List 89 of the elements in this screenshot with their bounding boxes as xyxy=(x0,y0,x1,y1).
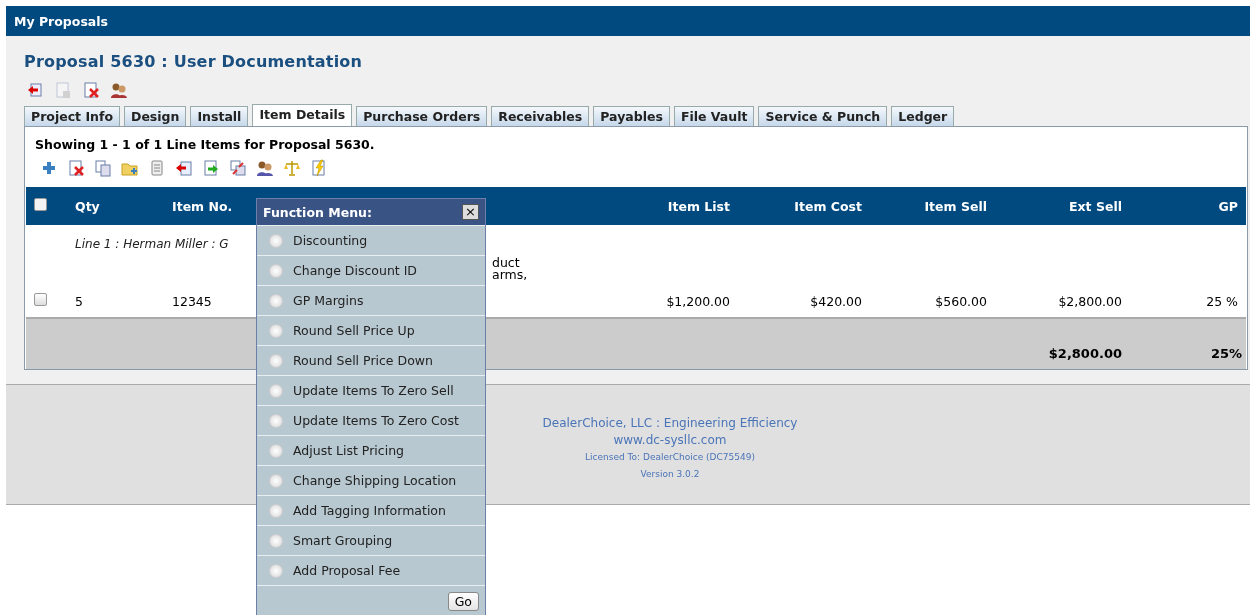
radio-button[interactable] xyxy=(269,473,283,488)
import-icon[interactable] xyxy=(175,159,193,177)
option-label: Update Items To Zero Sell xyxy=(293,383,454,398)
column-header: Item Cost xyxy=(794,198,862,214)
option-label: Add Proposal Fee xyxy=(293,563,401,578)
people-icon[interactable] xyxy=(256,159,274,177)
option-label: Add Tagging Information xyxy=(293,503,446,518)
radio-button[interactable] xyxy=(269,413,283,428)
go-button[interactable]: Go xyxy=(447,591,479,611)
radio-button[interactable] xyxy=(269,353,283,368)
table-cell: $420.00 xyxy=(810,294,862,309)
table-cell: 25 % xyxy=(1206,294,1238,309)
version-text: Version 3.0.2 xyxy=(640,467,700,481)
close-button[interactable]: × xyxy=(462,204,479,220)
table-cell: 5 xyxy=(75,294,83,309)
radio-button[interactable] xyxy=(269,383,283,398)
option-label: Update Items To Zero Cost xyxy=(293,413,459,428)
radio-button[interactable] xyxy=(269,293,283,308)
option-label: GP Margins xyxy=(293,293,364,308)
plus-icon[interactable] xyxy=(40,159,58,177)
menu-option[interactable]: Discounting xyxy=(257,225,485,255)
company-tagline: DealerChoice, LLC : Engineering Efficiency xyxy=(542,414,798,432)
exit-icon[interactable] xyxy=(26,81,44,99)
line-label: Line 1 : Herman Miller : G xyxy=(75,237,229,251)
menu-option[interactable]: Update Items To Zero Sell xyxy=(257,375,485,405)
checkbox[interactable] xyxy=(34,293,47,306)
column-header: Qty xyxy=(75,198,100,214)
line-items-summary: Showing 1 - 1 of 1 Line Items for Proposal 5630. xyxy=(34,137,376,152)
menu-option[interactable]: Round Sell Price Down xyxy=(257,345,485,375)
tab[interactable]: Design xyxy=(124,106,187,126)
radio-button[interactable] xyxy=(269,323,283,338)
tab[interactable]: Ledger xyxy=(891,106,955,126)
proposal-title: Proposal 5630 : User Documentation xyxy=(24,52,364,71)
radio-button[interactable] xyxy=(269,263,283,278)
notepad-icon[interactable] xyxy=(148,159,166,177)
delete-document-icon[interactable] xyxy=(67,159,85,177)
column-header: Item No. xyxy=(172,198,233,214)
option-label: Change Shipping Location xyxy=(293,473,457,488)
menu-option[interactable]: GP Margins xyxy=(257,285,485,315)
menu-option[interactable]: Adjust List Pricing xyxy=(257,435,485,465)
menu-option[interactable]: Update Items To Zero Cost xyxy=(257,405,485,435)
scales-icon[interactable] xyxy=(283,159,301,177)
menu-title: Function Menu: xyxy=(263,204,372,220)
tab[interactable]: Install xyxy=(190,106,249,126)
option-label: Change Discount ID xyxy=(293,263,417,278)
tab[interactable]: File Vault xyxy=(673,106,755,126)
menu-option[interactable]: Round Sell Price Up xyxy=(257,315,485,345)
table-cell: $560.00 xyxy=(935,294,987,309)
page-header: My Proposals xyxy=(6,6,1250,36)
export-icon[interactable] xyxy=(202,159,220,177)
menu-option[interactable]: Add Proposal Fee xyxy=(257,555,485,585)
tab[interactable]: Service & Punch xyxy=(758,106,888,126)
tab[interactable]: Item Details xyxy=(252,104,353,126)
menu-option[interactable]: Change Shipping Location xyxy=(257,465,485,495)
license-text: Licensed To: DealerChoice (DC75549) xyxy=(585,450,755,464)
menu-option[interactable]: Change Discount ID xyxy=(257,255,485,285)
lightning-document-icon[interactable] xyxy=(310,159,328,177)
delete-document-icon[interactable] xyxy=(82,81,100,99)
total-gp: 25% xyxy=(1210,346,1242,361)
table-cell: 12345 xyxy=(172,294,212,309)
description-text: arms, xyxy=(492,267,528,282)
radio-button[interactable] xyxy=(269,443,283,458)
menu-option[interactable]: Smart Grouping xyxy=(257,525,485,555)
website-link[interactable]: www.dc-sysllc.com xyxy=(613,431,727,449)
column-header: Item List xyxy=(667,198,730,214)
description-text: duct xyxy=(492,255,520,270)
radio-button[interactable] xyxy=(269,233,283,248)
radio-button[interactable] xyxy=(269,533,283,548)
option-label: Round Sell Price Up xyxy=(293,323,415,338)
checkbox[interactable] xyxy=(34,198,47,211)
column-header: GP xyxy=(1218,198,1238,214)
column-header: Ext Sell xyxy=(1069,198,1122,214)
option-label: Smart Grouping xyxy=(293,533,393,548)
tab[interactable]: Payables xyxy=(593,106,670,126)
total-ext-sell: $2,800.00 xyxy=(1048,346,1122,361)
copy-document-icon[interactable] xyxy=(94,159,112,177)
option-label: Round Sell Price Down xyxy=(293,353,433,368)
option-label: Adjust List Pricing xyxy=(293,443,404,458)
option-label: Discounting xyxy=(293,233,368,248)
tab[interactable]: Purchase Orders xyxy=(356,106,488,126)
people-icon[interactable] xyxy=(110,81,128,99)
radio-button[interactable] xyxy=(269,563,283,578)
tab[interactable]: Project Info xyxy=(24,106,120,126)
column-header: Item Sell xyxy=(924,198,987,214)
tab[interactable]: Receivables xyxy=(491,106,590,126)
menu-option[interactable]: Add Tagging Information xyxy=(257,495,485,525)
table-cell: $2,800.00 xyxy=(1058,294,1122,309)
radio-button[interactable] xyxy=(269,503,283,518)
table-cell: $1,200.00 xyxy=(666,294,730,309)
